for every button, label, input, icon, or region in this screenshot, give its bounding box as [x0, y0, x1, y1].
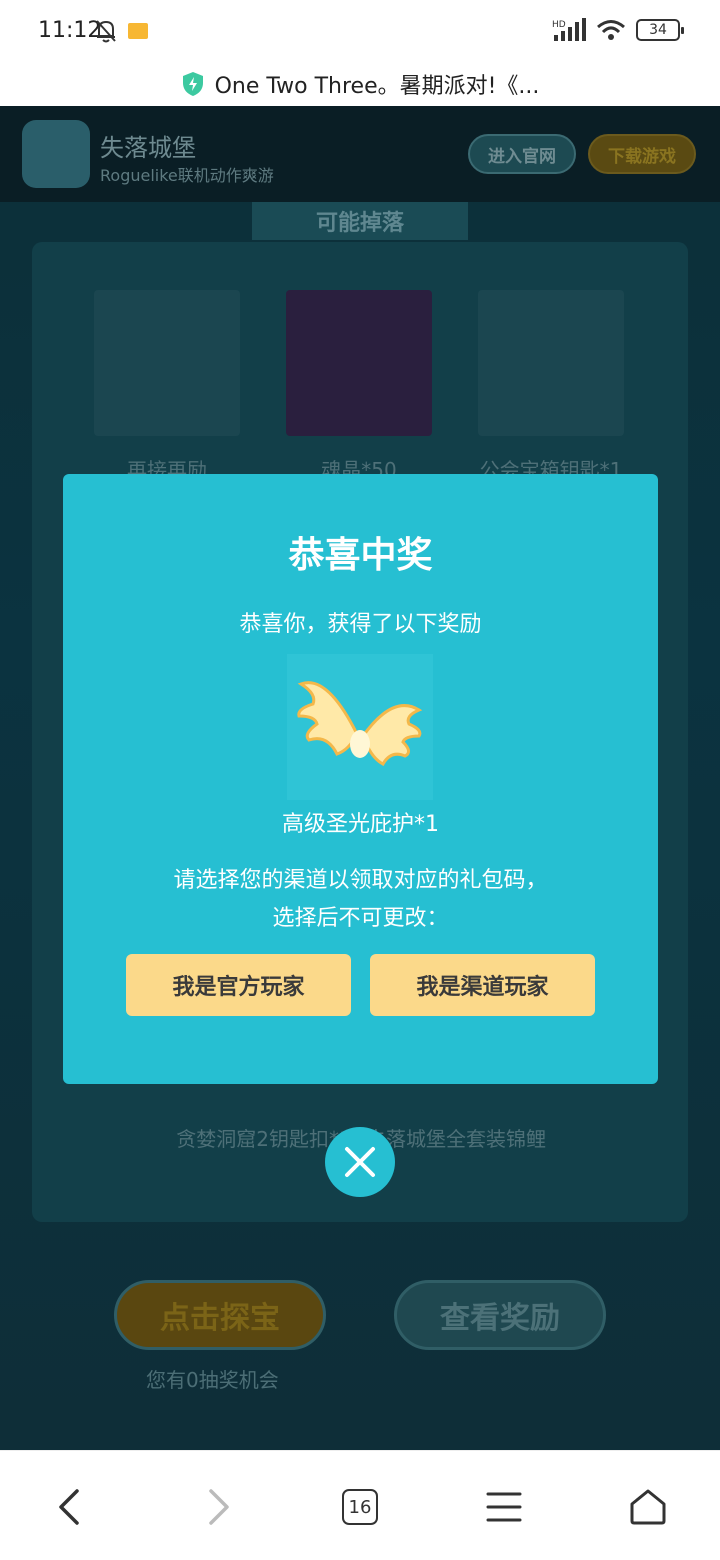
back-button[interactable] [42, 1479, 98, 1535]
browser-nav-bar: 16 [0, 1450, 720, 1560]
forward-icon [209, 1489, 229, 1525]
signal-icon: HD [552, 18, 586, 41]
app-banner: 失落城堡 Roguelike联机动作爽游 进入官网 下载游戏 [0, 106, 720, 202]
prize-modal: 恭喜中奖 恭喜你，获得了以下奖励 高级圣光庇护*1 请选择您的渠道以领取对应的礼… [63, 474, 658, 1084]
status-bar: 11:12 HD 34 [0, 0, 720, 62]
channel-note-line2: 选择后不可更改： [272, 906, 449, 931]
channel-player-button[interactable]: 我是渠道玩家 [370, 954, 595, 1016]
app-name: 失落城堡 [100, 134, 196, 162]
channel-note-line1: 请选择您的渠道以领取对应的礼包码， [173, 868, 548, 893]
back-icon [59, 1489, 79, 1525]
wings-icon [287, 654, 433, 800]
drops-tab-label: 可能掉落 [315, 211, 404, 236]
status-time: 11:12 [38, 18, 102, 43]
close-icon [345, 1147, 375, 1177]
tabs-button[interactable]: 16 [332, 1479, 388, 1535]
menu-icon [486, 1492, 522, 1522]
view-rewards-button[interactable]: 查看奖励 [394, 1280, 606, 1350]
menu-button[interactable] [476, 1479, 532, 1535]
treasure-button[interactable]: 点击探宝 [114, 1280, 326, 1350]
address-bar[interactable]: One Two Three。暑期派对!《... [0, 62, 720, 106]
forward-button[interactable] [190, 1479, 246, 1535]
download-game-button[interactable]: 下载游戏 [588, 134, 696, 174]
shield-icon [182, 72, 203, 96]
app-logo [22, 120, 90, 188]
battery-level: 34 [649, 22, 667, 38]
channel-note: 请选择您的渠道以领取对应的礼包码， 选择后不可更改： [63, 862, 658, 938]
chances-text: 您有0抽奖机会 [146, 1368, 279, 1392]
home-icon [630, 1489, 666, 1525]
drop-thumb [286, 290, 432, 436]
modal-title: 恭喜中奖 [288, 535, 433, 576]
tabs-count: 16 [342, 1489, 378, 1525]
notification-icon [128, 23, 148, 39]
prize-name: 高级圣光庇护*1 [282, 812, 439, 837]
modal-subtitle: 恭喜你，获得了以下奖励 [239, 612, 482, 637]
battery-icon: 34 [636, 19, 684, 41]
official-player-button[interactable]: 我是官方玩家 [126, 954, 351, 1016]
bell-muted-icon [96, 20, 116, 43]
drop-thumb [94, 290, 240, 436]
drops-tab: 可能掉落 [252, 202, 468, 240]
svg-text:HD: HD [552, 20, 566, 30]
wifi-icon [597, 20, 625, 40]
drop-thumb [478, 290, 624, 436]
home-button[interactable] [620, 1479, 676, 1535]
app-subtitle: Roguelike联机动作爽游 [100, 166, 274, 185]
page-title: One Two Three。暑期派对!《... [214, 74, 540, 99]
official-site-button[interactable]: 进入官网 [468, 134, 576, 174]
close-button[interactable] [325, 1127, 395, 1197]
